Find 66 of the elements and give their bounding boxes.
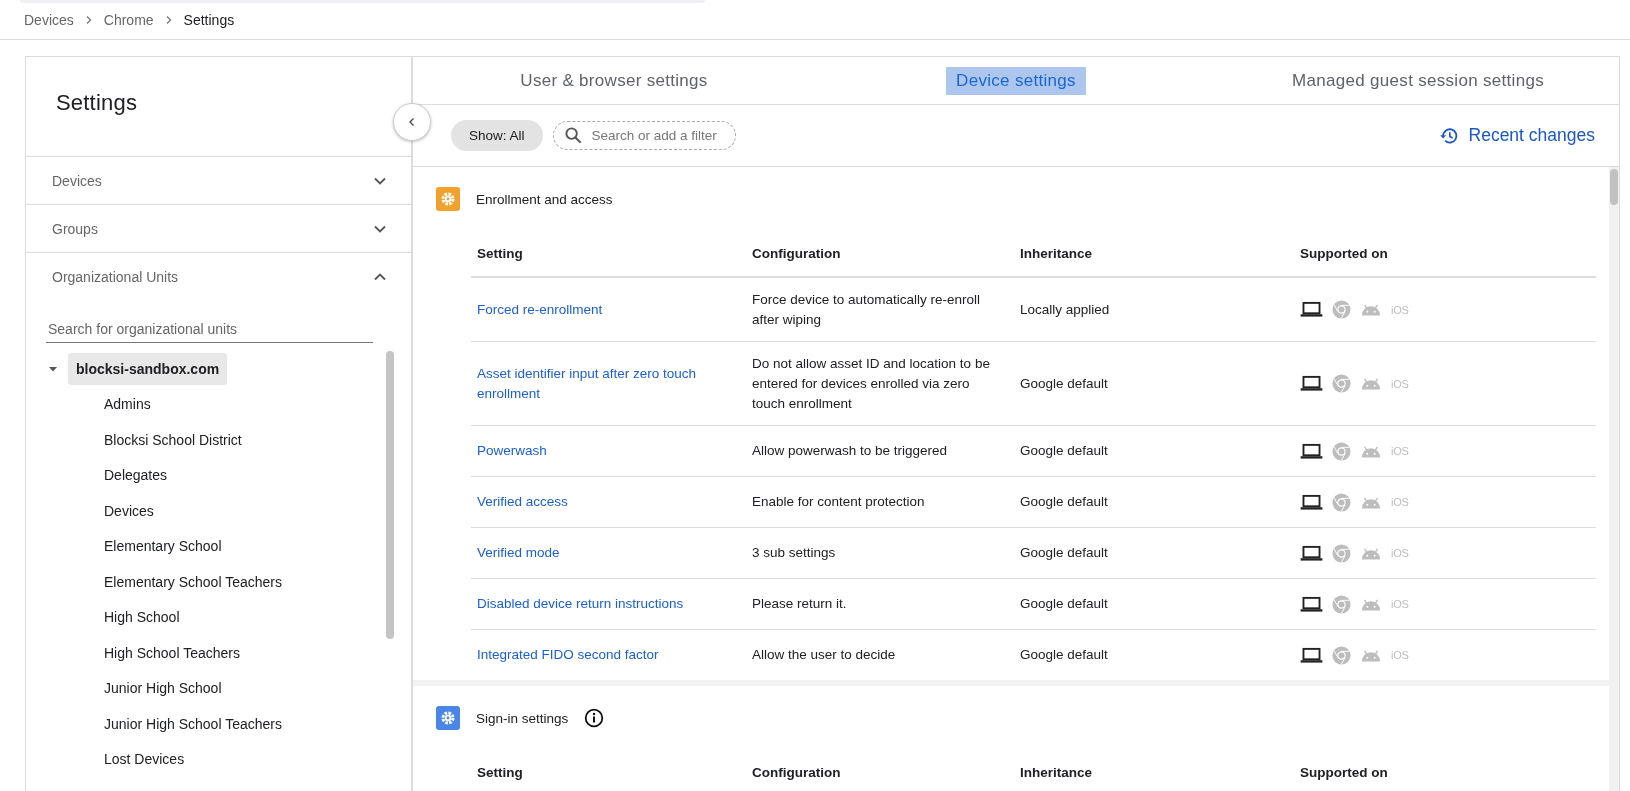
collapse-button[interactable]: [393, 103, 431, 141]
table-cell-text: Google default: [1020, 595, 1109, 613]
platform-label: iOS: [1391, 597, 1409, 612]
tree-item[interactable]: Junior High School Teachers: [104, 706, 282, 742]
history-icon: [1438, 125, 1459, 146]
tree-item[interactable]: Blocksi School District: [104, 422, 242, 458]
section-title: Enrollment and access: [476, 191, 613, 207]
tree-item[interactable]: High School: [104, 600, 180, 636]
table-cell-text: Google default: [1020, 442, 1109, 460]
column-header: Setting: [477, 246, 524, 261]
tree-item[interactable]: Junior High School: [104, 671, 222, 707]
platform-label: iOS: [1391, 302, 1409, 318]
column-header: Setting: [477, 765, 524, 780]
setting-link[interactable]: Powerwash: [477, 441, 752, 461]
table-cell-text: Do not allow asset ID and location to be entered for devices enrolled via zero touch enrollment: [752, 354, 991, 413]
scrollbar-thumb[interactable]: [1610, 169, 1618, 205]
platform-label: iOS: [1391, 376, 1409, 392]
section-title: Sign-in settings: [476, 710, 569, 726]
filter-search-field[interactable]: Search or add a filter: [552, 121, 736, 150]
table-cell-text: Google default: [1020, 374, 1109, 393]
tree-item[interactable]: blocksi-sandbox.com: [68, 353, 228, 385]
setting-link[interactable]: Verified access: [477, 492, 752, 512]
chevron-left-icon: [407, 117, 417, 127]
setting-link[interactable]: Verified mode: [477, 543, 752, 563]
tree-item[interactable]: High School Teachers: [104, 635, 240, 671]
setting-link[interactable]: Asset identifier input after zero touch enrollment: [477, 363, 752, 404]
table-cell-text: Enable for content protection: [752, 493, 926, 511]
table-cell-text: Google default: [1020, 544, 1109, 562]
table-cell-text: 3 sub settings: [752, 544, 837, 562]
column-header: Configuration: [752, 765, 842, 780]
column-header: Inheritance: [1020, 765, 1094, 780]
tree-item[interactable]: Lost Devices: [104, 742, 185, 778]
tab[interactable]: Managed guest session settings: [1217, 57, 1619, 104]
caret-down-icon[interactable]: [48, 364, 58, 374]
breadcrumb-link[interactable]: Devices: [24, 11, 74, 28]
breadcrumb-link[interactable]: Chrome: [103, 11, 154, 28]
tree-item[interactable]: Admins: [104, 387, 151, 423]
table-cell-text: Locally applied: [1020, 300, 1111, 319]
platform-label: iOS: [1391, 444, 1409, 459]
info-icon[interactable]: [584, 708, 605, 728]
recent-changes-link[interactable]: Recent changes: [1438, 125, 1595, 146]
breadcrumb-link[interactable]: Settings: [183, 11, 235, 28]
setting-link[interactable]: Integrated FIDO second factor: [477, 645, 752, 665]
table-cell-text: Allow powerwash to be triggered: [752, 442, 949, 460]
platform-label: iOS: [1391, 546, 1409, 561]
search-icon: [563, 126, 583, 145]
column-header: Inheritance: [1020, 246, 1094, 261]
platform-label: iOS: [1391, 648, 1409, 663]
column-header: Supported on: [1300, 765, 1389, 780]
table-cell-text: Force device to automatically re-enroll after wiping: [752, 290, 982, 329]
scrollbar-thumb[interactable]: [386, 351, 394, 639]
tree-item[interactable]: Elementary School: [104, 529, 222, 565]
column-header: Supported on: [1300, 246, 1389, 261]
platform-label: iOS: [1391, 495, 1409, 510]
tree-item[interactable]: Delegates: [104, 458, 168, 494]
tab[interactable]: User & browser settings: [413, 57, 815, 104]
tree-item[interactable]: Elementary School Teachers: [104, 564, 282, 600]
filter-chip[interactable]: Show: All: [451, 120, 543, 151]
table-cell-text: Google default: [1020, 646, 1109, 664]
table-cell-text: Allow the user to decide: [752, 646, 897, 664]
table-cell-text: Please return it.: [752, 595, 848, 613]
setting-link[interactable]: Disabled device return instructions: [477, 594, 752, 614]
column-header: Configuration: [752, 246, 842, 261]
setting-link[interactable]: Forced re-enrollment: [477, 299, 752, 320]
table-cell-text: Google default: [1020, 493, 1109, 511]
tree-item[interactable]: Devices: [104, 493, 154, 529]
